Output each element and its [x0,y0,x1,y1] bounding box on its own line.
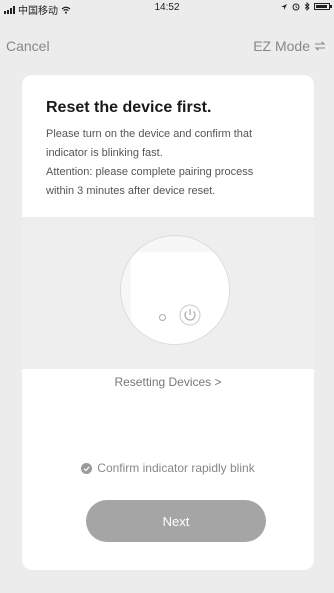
status-bar: 中国移动 14:52 [0,0,334,17]
ez-mode-button[interactable]: EZ Mode [253,38,326,54]
next-button[interactable]: Next [86,500,266,542]
instruction-line: within 3 minutes after device reset. [46,185,216,197]
device-image [120,235,230,345]
confirm-checkbox[interactable]: Confirm indicator rapidly blink [22,461,314,475]
reset-card: Reset the device first. Please turn on t… [22,75,314,570]
instruction-line: indicator is blinking fast. [46,147,163,159]
alarm-icon [292,3,300,10]
device-illustration [22,217,314,369]
instruction-line: Please turn on the device and confirm th… [46,128,253,140]
ez-mode-label: EZ Mode [253,38,310,54]
bluetooth-icon [304,2,310,11]
location-icon [281,3,287,10]
swap-icon [314,41,326,51]
cancel-button[interactable]: Cancel [6,38,50,54]
resetting-devices-link[interactable]: Resetting Devices > [22,375,314,389]
battery-icon [314,3,332,10]
status-right [280,2,332,11]
battery-fill [316,5,327,8]
check-circle-icon [81,462,93,474]
instruction-line: Attention: please complete pairing proce… [46,166,254,178]
confirm-label: Confirm indicator rapidly blink [97,461,255,475]
power-icon [179,304,201,326]
nav-bar: Cancel EZ Mode [0,36,334,60]
indicator-light-icon [159,314,166,321]
device-panel [131,252,229,344]
page-title: Reset the device first. [46,99,212,116]
instructions: Please turn on the device and confirm th… [46,125,300,201]
